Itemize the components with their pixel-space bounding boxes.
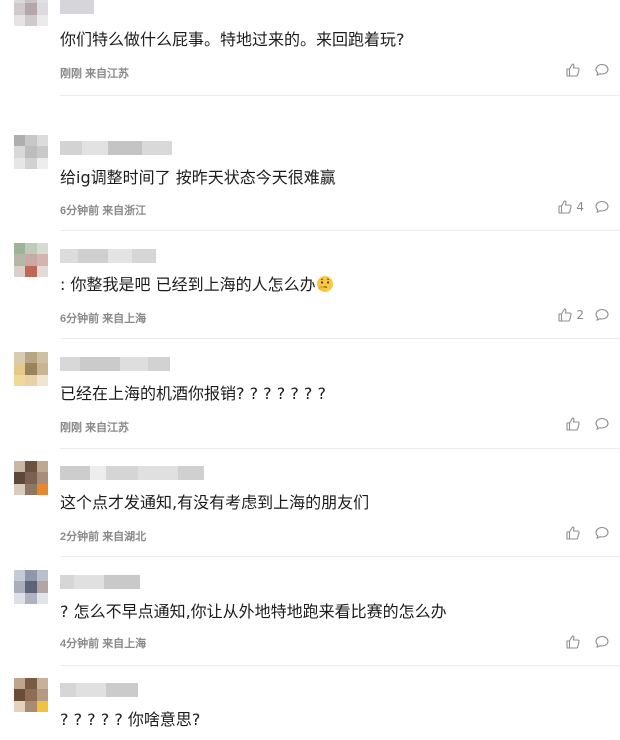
reply-button[interactable]: [594, 62, 610, 78]
like-count: 4: [576, 200, 584, 214]
comment-location: 来自上海: [102, 313, 147, 325]
comment-text: 这个点才发通知,有没有考虑到上海的朋友们: [60, 493, 370, 512]
comment-time: 4分钟前: [60, 638, 100, 650]
reply-button[interactable]: [594, 307, 610, 323]
comment-time: 6分钟前: [60, 313, 100, 325]
avatar[interactable]: [14, 0, 48, 26]
divider: [60, 230, 620, 231]
comment-location: 来自上海: [102, 638, 147, 650]
divider: [60, 95, 620, 96]
comment-location: 来自江苏: [85, 422, 130, 434]
username-blurred[interactable]: [60, 141, 172, 155]
comment-meta: 刚刚 来自江苏: [60, 65, 129, 81]
comment-text: 已经在上海的机酒你报销? ? ? ? ? ? ?: [60, 384, 326, 403]
thumbs-up-icon: [558, 200, 572, 214]
reply-button[interactable]: [594, 634, 610, 650]
comment-time: 2分钟前: [60, 531, 100, 543]
comment-time: 6分钟前: [60, 205, 100, 217]
comment-bubble-icon: [595, 63, 609, 76]
comment-location: 来自湖北: [102, 531, 147, 543]
reply-button[interactable]: [594, 199, 610, 215]
comment-bubble-icon: [595, 635, 609, 648]
comment-text: : 你整我是吧 已经到上海的人怎么办: [60, 274, 334, 296]
comment-bubble-icon: [595, 417, 609, 430]
divider: [60, 556, 620, 557]
comment-meta: 2分钟前 来自湖北: [60, 528, 146, 544]
like-button[interactable]: 4: [557, 199, 584, 215]
username-blurred[interactable]: [60, 683, 138, 697]
like-button[interactable]: [565, 525, 584, 541]
like-button[interactable]: [565, 416, 584, 432]
comment-meta: 刚刚 来自江苏: [60, 419, 129, 435]
divider: [60, 338, 620, 339]
avatar[interactable]: [14, 352, 48, 386]
username-blurred[interactable]: [60, 357, 170, 371]
comment-bubble-icon: [595, 200, 609, 213]
thumbs-up-icon: [566, 63, 580, 77]
divider: [60, 665, 620, 666]
comment-text-body: : 你整我是吧 已经到上海的人怎么办: [60, 275, 316, 294]
thumbs-up-icon: [566, 635, 580, 649]
comment-text: 给ig调整时间了 按昨天状态今天很难赢: [60, 168, 336, 187]
thumbs-up-icon: [566, 526, 580, 540]
comment-bubble-icon: [595, 308, 609, 321]
thumbs-up-icon: [558, 308, 572, 322]
thinking-emoji-icon: [316, 276, 333, 292]
like-button[interactable]: [565, 62, 584, 78]
comment-meta: 4分钟前 来自上海: [60, 635, 146, 651]
avatar[interactable]: [14, 570, 48, 604]
comment-time: 刚刚: [60, 422, 82, 434]
avatar[interactable]: [14, 461, 48, 495]
username-blurred[interactable]: [60, 466, 204, 480]
divider: [60, 448, 620, 449]
comment-text: ? 怎么不早点通知,你让从外地特地跑来看比赛的怎么办: [60, 602, 447, 621]
like-button[interactable]: [565, 634, 584, 650]
avatar[interactable]: [14, 243, 48, 277]
comment-text: ? ? ? ? ? 你啥意思?: [60, 710, 201, 729]
username-blurred[interactable]: [60, 0, 94, 14]
comment-location: 来自浙江: [102, 205, 147, 217]
reply-button[interactable]: [594, 416, 610, 432]
reply-button[interactable]: [594, 525, 610, 541]
avatar[interactable]: [14, 678, 48, 712]
comment-time: 刚刚: [60, 68, 82, 80]
comment-location: 来自江苏: [85, 68, 130, 80]
thumbs-up-icon: [566, 417, 580, 431]
comment-bubble-icon: [595, 526, 609, 539]
comment-meta: 6分钟前 来自上海: [60, 310, 146, 326]
comment-text: 你们特么做什么屁事。特地过来的。来回跑着玩?: [60, 30, 405, 49]
like-button[interactable]: 2: [557, 307, 584, 323]
username-blurred[interactable]: [60, 575, 140, 589]
like-count: 2: [576, 308, 584, 322]
avatar[interactable]: [14, 135, 48, 169]
comment-meta: 6分钟前 来自浙江: [60, 202, 146, 218]
username-blurred[interactable]: [60, 249, 156, 263]
